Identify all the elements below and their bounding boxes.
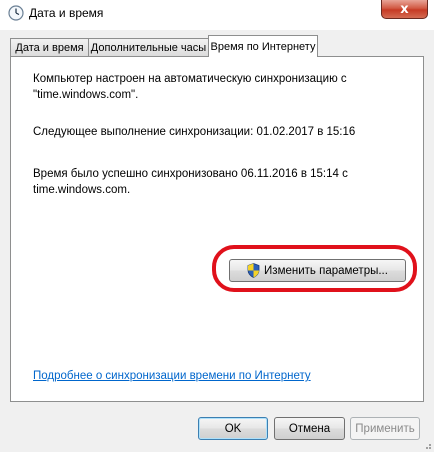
red-highlight-ellipse [212, 245, 417, 292]
next-sync-text: Следующее выполнение синхронизации: 01.0… [33, 126, 356, 138]
close-icon: x [400, 1, 409, 17]
cancel-button[interactable]: Отмена [274, 417, 345, 440]
apply-button[interactable]: Применить [350, 417, 420, 440]
title-bar: Дата и время x [0, 0, 434, 30]
sync-config-text: Компьютер настроен на автоматическую син… [33, 73, 347, 101]
tab-internet-time[interactable]: Время по Интернету [208, 35, 318, 57]
window-title: Дата и время [29, 6, 104, 20]
date-time-dialog: Дата и время x Дата и время Дополнительн… [0, 0, 434, 452]
close-button[interactable]: x [381, 0, 428, 19]
learn-more-link[interactable]: Подробнее о синхронизации времени по Инт… [33, 370, 311, 382]
tab-additional-clocks[interactable]: Дополнительные часы [88, 38, 209, 56]
resize-grip-icon[interactable] [422, 440, 432, 450]
tab-date-time[interactable]: Дата и время [10, 38, 89, 56]
tab-panel-internet-time [10, 56, 424, 402]
clock-icon [8, 5, 24, 21]
last-sync-text: Время было успешно синхронизовано 06.11.… [33, 168, 348, 196]
ok-button[interactable]: OK [198, 417, 268, 440]
